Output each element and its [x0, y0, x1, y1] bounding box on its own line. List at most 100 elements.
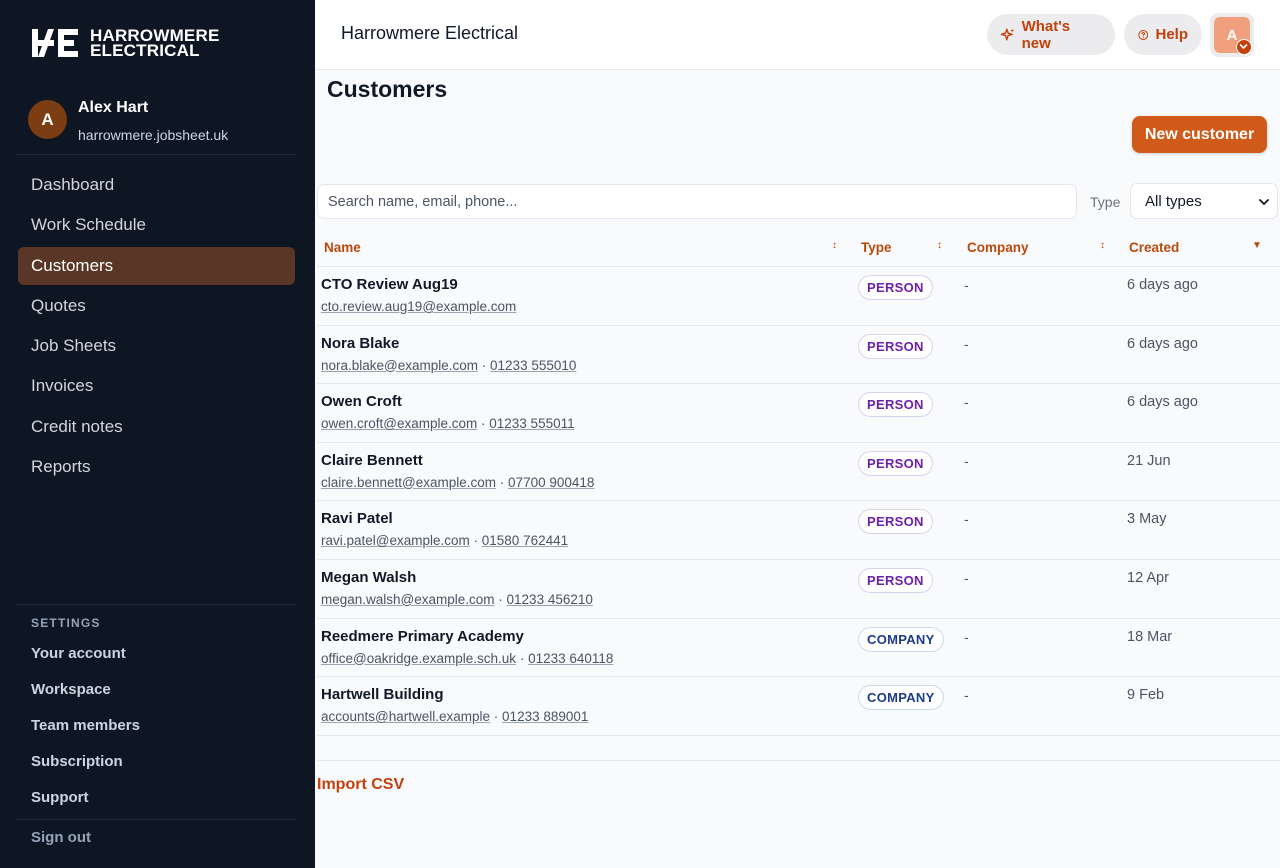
table-row[interactable]: Megan Walsh megan.walsh@example.com · 01…	[317, 560, 1280, 619]
customer-phone-link[interactable]: 01233 555011	[489, 416, 574, 431]
customer-name[interactable]: Megan Walsh	[321, 569, 416, 586]
customer-created: 6 days ago	[1127, 277, 1198, 293]
sidebar-item-credit-notes[interactable]: Credit notes	[18, 408, 295, 446]
customer-phone-link[interactable]: 01233 555010	[490, 358, 576, 373]
customer-contact: accounts@hartwell.example · 01233 889001	[321, 709, 589, 725]
whats-new-label: What's new	[1021, 17, 1071, 52]
type-badge: PERSON	[858, 450, 933, 476]
customer-name[interactable]: Ravi Patel	[321, 510, 393, 527]
top-header: Harrowmere Electrical What's new Help A	[315, 0, 1280, 70]
column-header-name[interactable]: Name	[324, 240, 361, 255]
customer-created: 9 Feb	[1127, 687, 1165, 704]
help-label: Help	[1155, 26, 1188, 43]
customer-name[interactable]: Claire Bennett	[321, 452, 423, 469]
settings-item-subscription[interactable]: Subscription	[31, 752, 140, 788]
customer-company: -	[964, 628, 969, 645]
customer-created: 12 Apr	[1127, 569, 1169, 586]
sidebar-item-quotes[interactable]: Quotes	[18, 287, 295, 325]
user-name: Alex Hart	[78, 99, 149, 116]
table-row[interactable]: Claire Bennett claire.bennett@example.co…	[317, 443, 1280, 502]
sparkle-icon	[1001, 28, 1015, 41]
whats-new-button[interactable]: What's new	[987, 14, 1115, 55]
customer-company: -	[964, 511, 969, 528]
customer-contact: nora.blake@example.com · 01233 555010	[321, 357, 577, 373]
customer-name[interactable]: Hartwell Building	[321, 686, 444, 703]
customer-company: -	[964, 569, 969, 586]
customer-contact: megan.walsh@example.com · 01233 456210	[321, 591, 593, 607]
type-badge: PERSON	[858, 567, 933, 593]
customer-email-link[interactable]: claire.bennett@example.com	[321, 475, 496, 490]
sidebar-item-invoices[interactable]: Invoices	[18, 367, 295, 405]
sidebar-divider	[16, 604, 297, 605]
sidebar-item-dashboard[interactable]: Dashboard	[18, 166, 295, 204]
customer-email-link[interactable]: megan.walsh@example.com	[321, 592, 495, 607]
sort-desc-icon[interactable]: ▼	[1252, 240, 1262, 251]
customer-phone-link[interactable]: 01233 889001	[502, 709, 588, 724]
type-badge: COMPANY	[858, 626, 944, 652]
user-menu-button[interactable]: A	[1210, 13, 1254, 57]
table-footer-divider	[317, 760, 1280, 761]
table-header: Name ↕ Type ↕ Company ↕ Created ▼	[317, 230, 1280, 267]
sidebar-item-reports[interactable]: Reports	[18, 448, 295, 486]
sidebar-item-job-sheets[interactable]: Job Sheets	[18, 327, 295, 365]
sort-icon[interactable]: ↕	[937, 240, 942, 251]
customer-company: -	[964, 277, 969, 293]
table-row[interactable]: Owen Croft owen.croft@example.com · 0123…	[317, 384, 1280, 443]
column-header-company[interactable]: Company	[967, 240, 1029, 255]
chevron-down-icon	[1236, 39, 1252, 55]
customer-email-link[interactable]: ravi.patel@example.com	[321, 533, 470, 548]
customer-created: 6 days ago	[1127, 335, 1198, 352]
customer-created: 3 May	[1127, 511, 1167, 528]
sidebar-user: A Alex Hart harrowmere.jobsheet.uk	[28, 98, 228, 143]
sidebar-item-work-schedule[interactable]: Work Schedule	[18, 206, 295, 244]
customer-email-link[interactable]: office@oakridge.example.sch.uk	[321, 651, 516, 666]
sort-icon[interactable]: ↕	[832, 240, 837, 251]
customer-email-link[interactable]: cto.review.aug19@example.com	[321, 299, 516, 314]
sign-out-link[interactable]: Sign out	[31, 829, 91, 846]
customer-created: 21 Jun	[1127, 452, 1171, 469]
table-row[interactable]: Hartwell Building accounts@hartwell.exam…	[317, 677, 1280, 736]
sort-icon[interactable]: ↕	[1100, 240, 1105, 251]
type-badge: PERSON	[858, 509, 933, 535]
type-badge: PERSON	[858, 333, 933, 359]
settings-item-workspace[interactable]: Workspace	[31, 680, 140, 716]
type-filter-value: All types	[1145, 192, 1202, 210]
help-button[interactable]: Help	[1124, 14, 1202, 55]
customer-contact: claire.bennett@example.com · 07700 90041…	[321, 474, 595, 490]
import-csv-link[interactable]: Import CSV	[317, 776, 404, 794]
customer-phone-link[interactable]: 01233 456210	[507, 592, 593, 607]
customer-phone-link[interactable]: 01233 640118	[528, 651, 613, 666]
table-row[interactable]: CTO Review Aug19 cto.review.aug19@exampl…	[317, 267, 1280, 326]
customer-name[interactable]: CTO Review Aug19	[321, 276, 458, 293]
customer-phone-link[interactable]: 01580 762441	[482, 533, 568, 548]
org-name: Harrowmere Electrical	[341, 23, 519, 43]
type-filter-select[interactable]: All types	[1130, 183, 1278, 219]
brand-logo[interactable]: HARROWMERE ELECTRICAL	[30, 26, 220, 60]
customer-phone-link[interactable]: 07700 900418	[508, 475, 594, 490]
settings-title: SETTINGS	[31, 616, 101, 630]
column-header-type[interactable]: Type	[861, 240, 892, 255]
column-header-created[interactable]: Created	[1129, 240, 1179, 255]
customer-company: -	[964, 335, 969, 352]
table-row[interactable]: Reedmere Primary Academy office@oakridge…	[317, 619, 1280, 678]
customer-contact: office@oakridge.example.sch.uk · 01233 6…	[321, 650, 614, 666]
customer-email-link[interactable]: accounts@hartwell.example	[321, 709, 490, 724]
customer-email-link[interactable]: nora.blake@example.com	[321, 358, 478, 373]
table-row[interactable]: Ravi Patel ravi.patel@example.com · 0158…	[317, 501, 1280, 560]
logo-mark-icon	[32, 29, 78, 57]
new-customer-button[interactable]: New customer	[1132, 116, 1267, 153]
type-badge: PERSON	[858, 275, 933, 300]
customer-name[interactable]: Nora Blake	[321, 335, 399, 352]
search-input[interactable]	[317, 184, 1077, 219]
customer-name[interactable]: Owen Croft	[321, 393, 402, 410]
table-row[interactable]: Nora Blake nora.blake@example.com · 0123…	[317, 326, 1280, 385]
customer-name[interactable]: Reedmere Primary Academy	[321, 628, 524, 645]
settings-item-your-account[interactable]: Your account	[31, 644, 140, 680]
logo-text: HARROWMERE ELECTRICAL	[90, 27, 220, 60]
customer-email-link[interactable]: owen.croft@example.com	[321, 416, 477, 431]
logo-line-2: ELECTRICAL	[90, 41, 200, 60]
sidebar-item-customers[interactable]: Customers	[18, 246, 295, 285]
customer-company: -	[964, 394, 969, 411]
customer-created: 6 days ago	[1127, 394, 1198, 411]
settings-item-team-members[interactable]: Team members	[31, 716, 140, 752]
